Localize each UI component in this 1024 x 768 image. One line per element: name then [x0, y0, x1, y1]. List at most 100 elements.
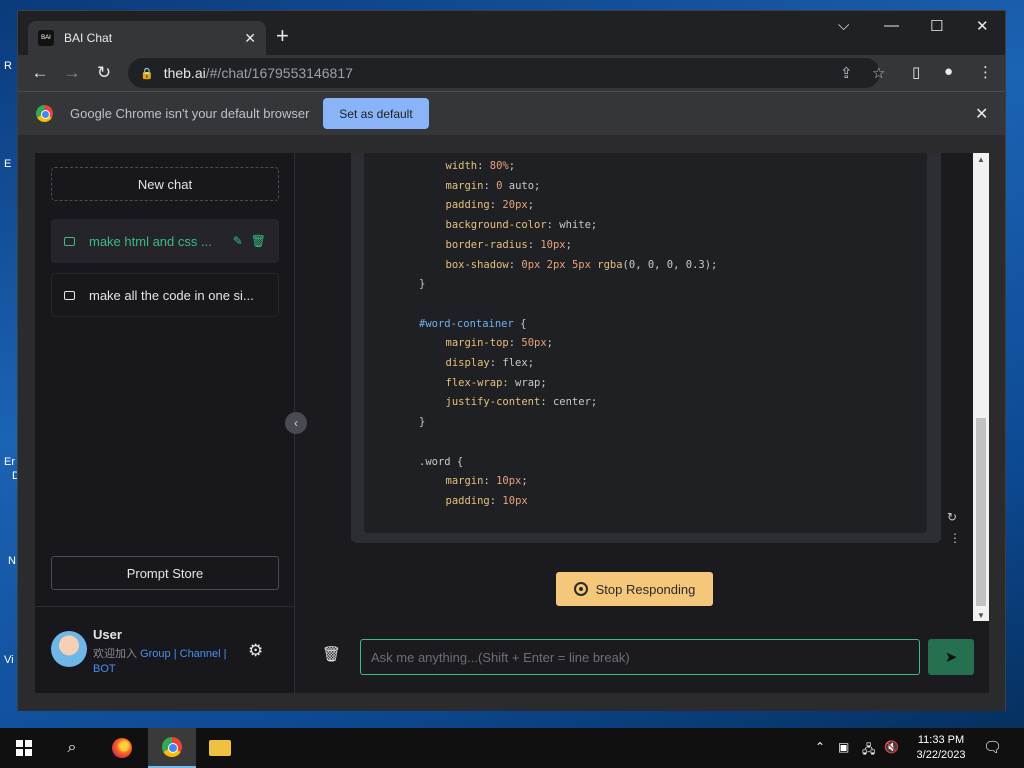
code-token: ;: [565, 238, 572, 251]
code-token: 0px 2px 5px: [521, 258, 591, 271]
network-icon[interactable]: 🖧: [862, 740, 875, 761]
send-icon[interactable]: ➤: [928, 639, 974, 675]
tab-title: BAI Chat: [64, 31, 113, 45]
close-infobar-icon[interactable]: ✕: [975, 104, 988, 124]
profile-icon[interactable]: ●: [944, 63, 953, 80]
close-window-icon[interactable]: ✕: [976, 17, 989, 35]
notifications-icon[interactable]: 🗨: [983, 738, 1002, 756]
scrollbar[interactable]: ▲ ▼: [973, 153, 989, 621]
code-line: .word {: [419, 456, 463, 468]
stop-responding-button[interactable]: Stop Responding: [556, 572, 713, 606]
code-token: margin-top: [445, 337, 509, 350]
user-panel: User 欢迎加入 Group | Channel | BOT ⚙: [35, 606, 295, 693]
browser-window: BAI BAI Chat ✕ + ⌵ — ☐ ✕ ← → ↻ 🔒 theb.ai…: [17, 10, 1006, 711]
code-line: margin: 10px;: [446, 475, 528, 487]
code-line: margin-top: 50px;: [446, 337, 554, 349]
code-token: 10px: [496, 475, 522, 488]
code-token: width: [445, 160, 478, 172]
code-token: :: [489, 494, 503, 507]
code-token: flex-wrap: [445, 376, 503, 389]
system-clock[interactable]: 11:33 PM 3/22/2023: [906, 733, 976, 763]
code-token: ;: [508, 160, 516, 172]
message-scroll-area[interactable]: width: 80%; margin: 0 auto; padding: 20px;…: [296, 153, 989, 621]
reload-icon[interactable]: ↻: [92, 61, 116, 85]
message-input[interactable]: [360, 639, 920, 675]
clear-chat-icon[interactable]: 🗑: [322, 645, 341, 663]
desktop-icon-label: E: [4, 158, 12, 170]
bot-link[interactable]: BOT: [93, 663, 116, 675]
start-button[interactable]: [0, 728, 48, 768]
minimize-icon[interactable]: —: [884, 17, 899, 34]
gear-icon[interactable]: ⚙: [248, 641, 263, 661]
group-link[interactable]: Group: [140, 648, 171, 660]
back-icon[interactable]: ←: [28, 61, 52, 85]
code-line: justify-content: center;: [446, 396, 598, 408]
set-default-button[interactable]: Set as default: [323, 98, 429, 129]
chat-history-item[interactable]: make all the code in one si...: [51, 273, 279, 317]
channel-link[interactable]: Channel: [180, 648, 221, 660]
code-token: padding: [445, 494, 490, 507]
code-line: display: flex;: [446, 357, 535, 369]
close-tab-icon[interactable]: ✕: [244, 30, 256, 47]
code-line: padding: 20px;: [446, 199, 535, 211]
chat-history-item[interactable]: make html and css ... ✎ 🗑: [51, 219, 279, 263]
code-token: {: [513, 317, 527, 330]
tab-strip: BAI BAI Chat ✕ + ⌵ — ☐ ✕: [18, 11, 1005, 55]
code-token: : center;: [540, 396, 598, 409]
side-panel-icon[interactable]: ▯: [912, 63, 920, 81]
code-line: background-color: white;: [446, 219, 598, 231]
chat-app: New chat make html and css ... ✎ 🗑 make …: [35, 153, 989, 693]
url-host: theb.ai: [163, 65, 206, 81]
collapse-sidebar-icon[interactable]: ‹: [285, 412, 307, 434]
code-token: :: [483, 475, 497, 488]
user-description: 欢迎加入 Group | Channel | BOT: [93, 647, 243, 677]
show-hidden-icons-icon[interactable]: ⌃: [815, 740, 825, 754]
stop-icon: [573, 582, 588, 596]
code-line: margin: 0 auto;: [446, 180, 541, 192]
chat-history-label: make html and css ...: [89, 233, 212, 249]
code-token: 10px: [540, 238, 566, 251]
menu-kebab-icon[interactable]: ⋮: [978, 63, 993, 81]
user-name: User: [93, 627, 122, 642]
browser-toolbar: ← → ↻ 🔒 theb.ai /#/chat/1679553146817 ⇪ …: [18, 55, 1005, 91]
file-explorer-taskbar-button[interactable]: [196, 728, 244, 768]
forward-icon[interactable]: →: [60, 61, 84, 85]
address-bar[interactable]: 🔒 theb.ai /#/chat/1679553146817 ⇪ ☆: [128, 58, 885, 88]
scrollbar-thumb[interactable]: [976, 418, 986, 606]
code-line: border-radius: 10px;: [446, 239, 572, 251]
chrome-taskbar-button[interactable]: [148, 728, 196, 768]
code-token: auto;: [502, 179, 541, 192]
delete-icon[interactable]: 🗑: [251, 234, 266, 248]
new-chat-button[interactable]: New chat: [51, 167, 279, 201]
tab-search-icon[interactable]: ⌵: [838, 17, 849, 34]
share-icon[interactable]: ⇪: [840, 64, 853, 82]
code-token: box-shadow: [445, 258, 509, 271]
link-separator: |: [220, 648, 227, 660]
code-token: }: [419, 416, 426, 429]
link-separator: |: [170, 648, 180, 660]
firefox-taskbar-button[interactable]: [98, 728, 146, 768]
code-token: rgba: [597, 258, 623, 271]
composer: 🗑 ➤: [296, 621, 989, 693]
scroll-down-icon[interactable]: ▼: [973, 609, 989, 621]
regenerate-icon[interactable]: ↻: [947, 510, 957, 524]
bookmark-star-icon[interactable]: ☆: [872, 64, 885, 82]
clock-time: 11:33 PM: [917, 734, 965, 746]
maximize-icon[interactable]: ☐: [930, 17, 943, 35]
prompt-store-button[interactable]: Prompt Store: [51, 556, 279, 590]
web-page: New chat make html and css ... ✎ 🗑 make …: [18, 135, 1005, 711]
more-options-icon[interactable]: ⋮: [949, 531, 961, 545]
search-icon[interactable]: ⌕: [48, 728, 96, 768]
new-tab-icon[interactable]: +: [276, 25, 289, 47]
scroll-up-icon[interactable]: ▲: [973, 153, 989, 165]
user-desc-text: 欢迎加入: [93, 648, 141, 660]
code-token: justify-content: [445, 396, 541, 409]
edit-icon[interactable]: ✎: [233, 234, 243, 248]
code-token: .word {: [419, 455, 464, 468]
tray-app-icon[interactable]: ▣: [838, 740, 849, 754]
desktop-icon-label: N: [8, 555, 16, 567]
taskbar: ⌕ ⌃ ▣ 🖧 🔇 11:33 PM 3/22/2023 🗨: [0, 728, 1024, 768]
desktop-icon-label: R: [4, 60, 12, 72]
browser-tab[interactable]: BAI BAI Chat ✕: [28, 21, 266, 55]
volume-muted-icon[interactable]: 🔇: [884, 740, 899, 754]
